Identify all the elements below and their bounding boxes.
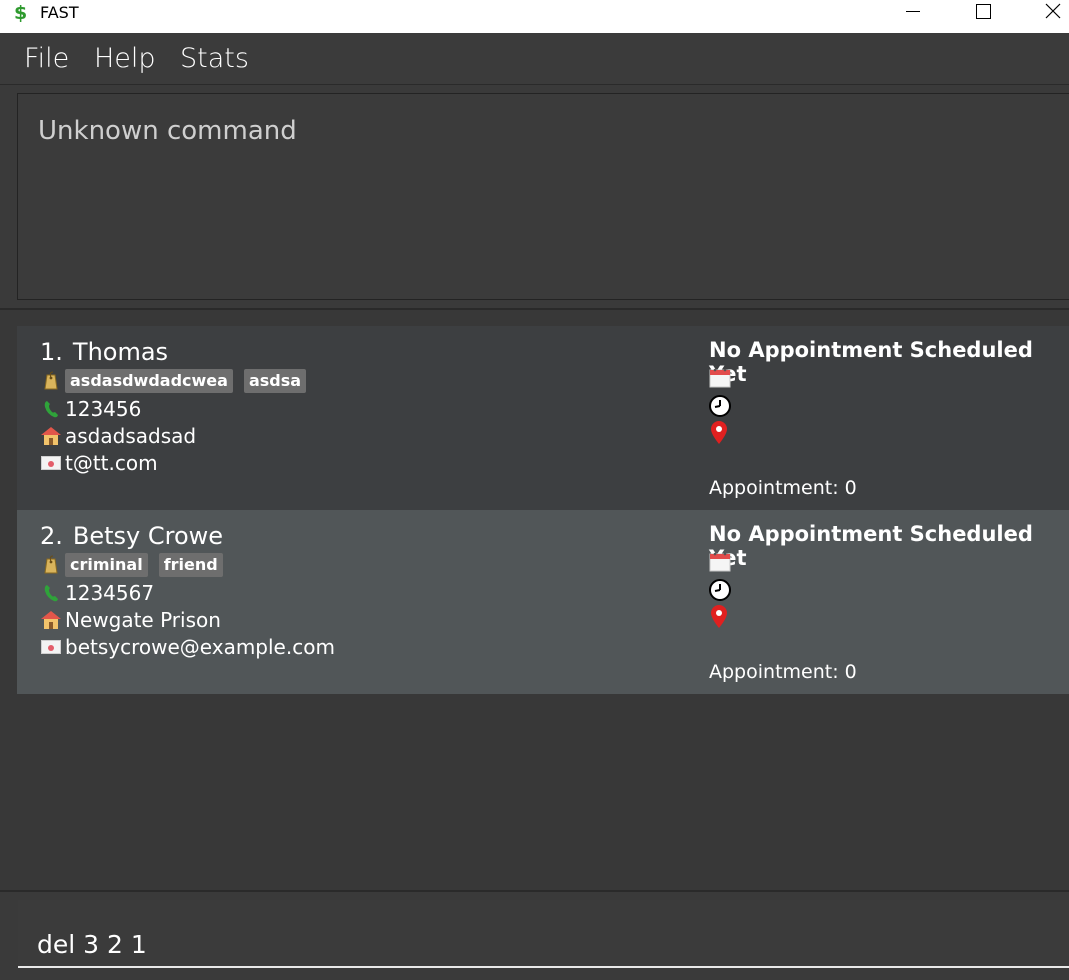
tag-icon: [40, 554, 62, 576]
tag: asdasdwdadcwea: [65, 369, 233, 393]
person-index: 2.: [40, 522, 63, 550]
appointment-status: No Appointment Scheduled Yet: [709, 522, 1033, 570]
person-list[interactable]: 1. Thomas asdasdwdadcwea asdsa 123456 asd…: [0, 310, 1069, 892]
phone-text: 123456: [65, 397, 142, 421]
address-row: asdadsadsad: [40, 424, 196, 448]
calendar-icon: [709, 368, 731, 390]
tag-row: criminal friend: [40, 553, 234, 577]
close-icon: [1045, 3, 1061, 19]
address-text: asdadsadsad: [65, 424, 197, 448]
tag: criminal: [65, 553, 148, 577]
appointment-count: Appointment: 0: [709, 477, 857, 499]
minimize-button[interactable]: [890, 0, 936, 33]
person-index: 1.: [40, 338, 63, 366]
email-row: betsycrowe@example.com: [40, 635, 335, 659]
menu-bar: File Help Stats: [0, 33, 1069, 85]
tag: asdsa: [243, 369, 307, 393]
command-panel: del 3 2 1: [0, 892, 1069, 980]
phone-row: 123456: [40, 397, 141, 421]
window-title: FAST: [40, 3, 79, 22]
phone-text: 1234567: [65, 581, 155, 605]
tag-icon: [40, 370, 62, 392]
result-text: Unknown command: [38, 116, 297, 146]
command-input[interactable]: del 3 2 1: [18, 900, 1069, 968]
person-name-text: Betsy Crowe: [72, 522, 224, 550]
phone-icon: [40, 398, 62, 420]
appointment-status: No Appointment Scheduled Yet: [709, 338, 1033, 386]
menu-help[interactable]: Help: [94, 43, 156, 74]
envelope-icon: [40, 452, 62, 474]
result-panel: Unknown command: [0, 85, 1069, 310]
tag-row: asdasdwdadcwea asdsa: [40, 369, 317, 393]
command-text: del 3 2 1: [37, 930, 147, 959]
person-name: 2. Betsy Crowe: [40, 522, 223, 550]
house-icon: [40, 425, 62, 447]
envelope-icon: [40, 636, 62, 658]
phone-row: 1234567: [40, 581, 154, 605]
close-button[interactable]: [1030, 0, 1069, 33]
menu-file[interactable]: File: [24, 43, 69, 74]
email-text: betsycrowe@example.com: [65, 635, 335, 659]
address-text: Newgate Prison: [65, 608, 221, 632]
dollar-sign-icon: $: [14, 2, 28, 24]
location-pin-icon: [709, 605, 731, 628]
person-name-text: Thomas: [72, 338, 169, 366]
result-display[interactable]: Unknown command: [17, 93, 1069, 300]
location-pin-icon: [709, 421, 731, 444]
address-row: Newgate Prison: [40, 608, 221, 632]
person-card[interactable]: 2. Betsy Crowe criminal friend 1234567 Ne…: [17, 510, 1069, 694]
calendar-icon: [709, 552, 731, 574]
clock-icon: [709, 579, 731, 601]
maximize-button[interactable]: [960, 0, 1006, 33]
tag: friend: [158, 553, 223, 577]
clock-icon: [709, 395, 731, 417]
house-icon: [40, 609, 62, 631]
email-text: t@tt.com: [65, 451, 158, 475]
email-row: t@tt.com: [40, 451, 158, 475]
person-card[interactable]: 1. Thomas asdasdwdadcwea asdsa 123456 asd…: [17, 326, 1069, 510]
window-titlebar: $ FAST: [0, 0, 1069, 33]
menu-stats[interactable]: Stats: [180, 43, 249, 74]
phone-icon: [40, 582, 62, 604]
appointment-count: Appointment: 0: [709, 661, 857, 683]
person-name: 1. Thomas: [40, 338, 168, 366]
